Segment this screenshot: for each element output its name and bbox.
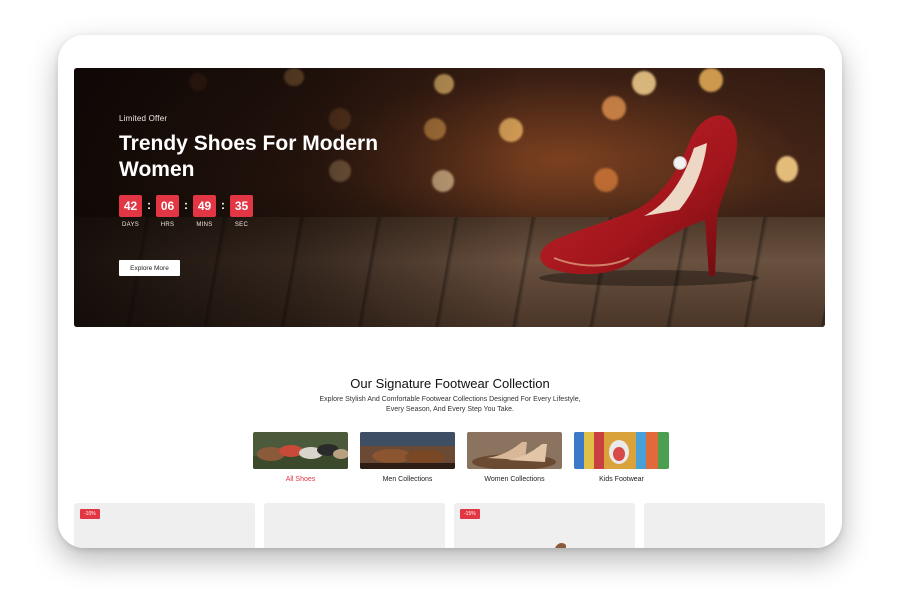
hero-eyebrow: Limited Offer <box>119 114 168 123</box>
discount-badge: -10% <box>80 509 100 519</box>
countdown-timer: 42 DAYS : 06 HRS : 49 MINS : 35 SEC <box>119 195 379 228</box>
hero-banner: Limited Offer Trendy Shoes For Modern Wo… <box>74 68 825 327</box>
countdown-seconds-value: 35 <box>230 195 253 217</box>
collection-subtitle: Explore Stylish And Comfortable Footwear… <box>319 396 581 413</box>
category-all-shoes-image <box>253 432 348 469</box>
countdown-separator: : <box>184 198 188 212</box>
countdown-minutes-value: 49 <box>193 195 216 217</box>
countdown-hours: 06 HRS <box>156 195 179 228</box>
countdown-seconds: 35 SEC <box>230 195 253 228</box>
category-list: All Shoes Men Collections Women Collecti… <box>253 432 669 483</box>
collection-title: Our Signature Footwear Collection <box>350 376 550 391</box>
product-card[interactable]: -15% <box>454 503 635 548</box>
category-men-collections[interactable]: Men Collections <box>360 432 455 483</box>
category-women-collections[interactable]: Women Collections <box>467 432 562 483</box>
countdown-days-value: 42 <box>119 195 142 217</box>
category-men-label: Men Collections <box>382 476 433 483</box>
countdown-separator: : <box>221 198 225 212</box>
category-kids-image <box>574 432 669 469</box>
browser-frame: Limited Offer Trendy Shoes For Modern Wo… <box>58 35 842 548</box>
countdown-minutes: 49 MINS <box>193 195 216 228</box>
countdown-separator: : <box>147 198 151 212</box>
category-kids-label: Kids Footwear <box>599 476 644 483</box>
product-card[interactable] <box>644 503 825 548</box>
hero-title: Trendy Shoes For Modern Women <box>119 132 379 181</box>
countdown-minutes-label: MINS <box>196 222 213 228</box>
product-card[interactable]: -10% <box>74 503 255 548</box>
hero-content: Limited Offer Trendy Shoes For Modern Wo… <box>119 114 379 228</box>
category-all-shoes-label: All Shoes <box>285 476 316 483</box>
product-grid: -10% -15% <box>74 503 825 548</box>
category-men-image <box>360 432 455 469</box>
countdown-hours-label: HRS <box>160 222 175 228</box>
category-women-image <box>467 432 562 469</box>
category-women-label: Women Collections <box>484 476 545 483</box>
explore-more-button[interactable]: Explore More <box>119 260 180 276</box>
category-kids-footwear[interactable]: Kids Footwear <box>574 432 669 483</box>
countdown-days: 42 DAYS <box>119 195 142 228</box>
countdown-hours-value: 06 <box>156 195 179 217</box>
discount-badge: -15% <box>460 509 480 519</box>
product-card[interactable] <box>264 503 445 548</box>
countdown-seconds-label: SEC <box>234 222 249 228</box>
category-all-shoes[interactable]: All Shoes <box>253 432 348 483</box>
countdown-days-label: DAYS <box>121 222 140 228</box>
product-image-peek <box>555 543 566 548</box>
red-high-heel-image <box>539 115 759 286</box>
